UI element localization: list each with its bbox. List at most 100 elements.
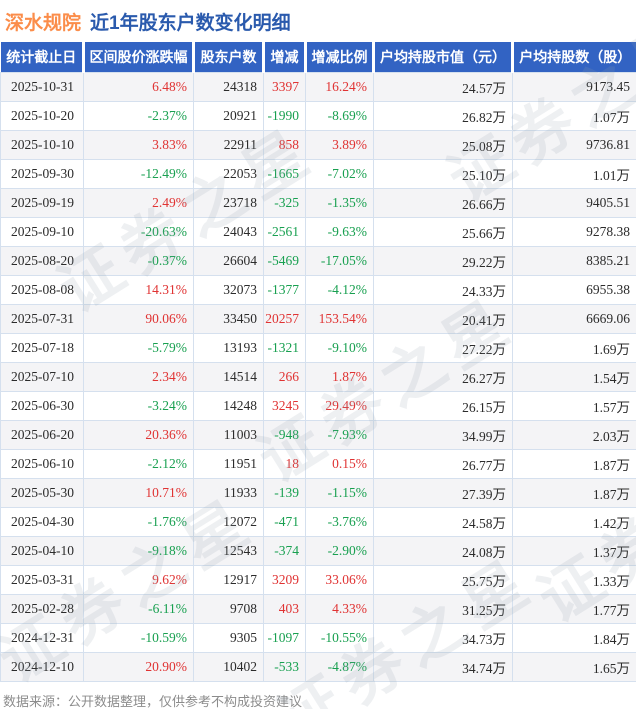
cell-avg-market-value: 27.39万 bbox=[373, 477, 513, 508]
table-row: 2025-06-20 20.36% 11003 -948 -7.93% 34.99万 2.0… bbox=[0, 419, 636, 450]
cell-avg-market-value: 24.33万 bbox=[373, 274, 513, 305]
cell-date: 2025-06-20 bbox=[0, 419, 84, 450]
cell-change-ratio: -17.05% bbox=[305, 245, 374, 276]
cell-date: 2025-06-30 bbox=[0, 390, 84, 421]
table-row: 2025-06-30 -3.24% 14248 3245 29.49% 26.15万 1.5… bbox=[0, 390, 636, 421]
cell-holder-count: 20921 bbox=[193, 100, 264, 131]
table-row: 2025-02-28 -6.11% 9708 403 4.33% 31.25万 1.77万 bbox=[0, 593, 636, 624]
cell-avg-shares: 1.33万 bbox=[512, 564, 636, 595]
cell-change-ratio: 153.54% bbox=[305, 303, 374, 334]
table-row: 2024-12-31 -10.59% 9305 -1097 -10.55% 34.73万 1… bbox=[0, 622, 636, 653]
cell-avg-shares: 6955.38 bbox=[512, 274, 636, 305]
cell-avg-shares: 1.54万 bbox=[512, 361, 636, 392]
cell-avg-shares: 1.77万 bbox=[512, 593, 636, 624]
cell-holder-count: 12072 bbox=[193, 506, 264, 537]
cell-avg-market-value: 24.57万 bbox=[373, 71, 513, 102]
cell-change: -1990 bbox=[263, 100, 306, 131]
cell-avg-shares: 1.84万 bbox=[512, 622, 636, 653]
cell-avg-shares: 1.42万 bbox=[512, 506, 636, 537]
cell-price-change: -12.49% bbox=[83, 158, 194, 189]
cell-change-ratio: 16.24% bbox=[305, 71, 374, 102]
cell-avg-shares: 6669.06 bbox=[512, 303, 636, 334]
cell-date: 2024-12-10 bbox=[0, 651, 84, 682]
cell-holder-count: 12543 bbox=[193, 535, 264, 566]
cell-change: -948 bbox=[263, 419, 306, 450]
cell-holder-count: 14514 bbox=[193, 361, 264, 392]
table-row: 2025-10-31 6.48% 24318 3397 16.24% 24.57万 9173… bbox=[0, 71, 636, 102]
cell-avg-market-value: 34.74万 bbox=[373, 651, 513, 682]
cell-holder-count: 11933 bbox=[193, 477, 264, 508]
cell-change-ratio: -1.35% bbox=[305, 187, 374, 218]
cell-date: 2025-02-28 bbox=[0, 593, 84, 624]
cell-change-ratio: 3.89% bbox=[305, 129, 374, 160]
cell-holder-count: 11003 bbox=[193, 419, 264, 450]
cell-change-ratio: 29.49% bbox=[305, 390, 374, 421]
cell-avg-market-value: 20.41万 bbox=[373, 303, 513, 334]
cell-change-ratio: -7.02% bbox=[305, 158, 374, 189]
cell-price-change: 6.48% bbox=[83, 71, 194, 102]
cell-change: -1097 bbox=[263, 622, 306, 653]
table-row: 2025-07-31 90.06% 33450 20257 153.54% 20.41万 6… bbox=[0, 303, 636, 334]
cell-change-ratio: 33.06% bbox=[305, 564, 374, 595]
cell-price-change: 20.90% bbox=[83, 651, 194, 682]
cell-holder-count: 12917 bbox=[193, 564, 264, 595]
cell-date: 2025-08-20 bbox=[0, 245, 84, 276]
cell-change: -5469 bbox=[263, 245, 306, 276]
cell-price-change: 14.31% bbox=[83, 274, 194, 305]
cell-change: -2561 bbox=[263, 216, 306, 247]
table-row: 2025-10-20 -2.37% 20921 -1990 -8.69% 26.82万 1.… bbox=[0, 100, 636, 131]
cell-avg-shares: 9405.51 bbox=[512, 187, 636, 218]
column-header-5: 户均持股市值（元） bbox=[372, 42, 513, 72]
cell-price-change: 2.34% bbox=[83, 361, 194, 392]
cell-change: -1377 bbox=[263, 274, 306, 305]
cell-change: 403 bbox=[263, 593, 306, 624]
cell-date: 2025-10-31 bbox=[0, 71, 84, 102]
cell-change: -139 bbox=[263, 477, 306, 508]
shareholder-count-detail-page: 深水规院 近1年股东户数变化明细 统计截止日 区间股价涨跌幅 股东户数 增减 增减比例户… bbox=[0, 0, 636, 709]
cell-price-change: -5.79% bbox=[83, 332, 194, 363]
cell-change-ratio: -9.10% bbox=[305, 332, 374, 363]
cell-avg-shares: 1.69万 bbox=[512, 332, 636, 363]
column-header-0: 统计截止日 bbox=[0, 42, 84, 72]
table-row: 2025-08-20 -0.37% 26604 -5469 -17.05% 29.22万 8… bbox=[0, 245, 636, 276]
cell-holder-count: 13193 bbox=[193, 332, 264, 363]
cell-price-change: -1.76% bbox=[83, 506, 194, 537]
table-row: 2025-04-30 -1.76% 12072 -471 -3.76% 24.58万 1.4… bbox=[0, 506, 636, 537]
cell-change-ratio: 4.33% bbox=[305, 593, 374, 624]
cell-date: 2024-12-31 bbox=[0, 622, 84, 653]
cell-price-change: 9.62% bbox=[83, 564, 194, 595]
cell-holder-count: 32073 bbox=[193, 274, 264, 305]
cell-avg-market-value: 25.10万 bbox=[373, 158, 513, 189]
table-row: 2025-10-10 3.83% 22911 858 3.89% 25.08万 9736.8… bbox=[0, 129, 636, 160]
cell-price-change: -0.37% bbox=[83, 245, 194, 276]
table-row: 2025-06-10 -2.12% 11951 18 0.15% 26.77万 1.87万 bbox=[0, 448, 636, 479]
cell-holder-count: 33450 bbox=[193, 303, 264, 334]
column-header-3: 增减 bbox=[262, 42, 306, 72]
cell-change: -1321 bbox=[263, 332, 306, 363]
cell-change-ratio: -4.87% bbox=[305, 651, 374, 682]
cell-avg-shares: 9173.45 bbox=[512, 71, 636, 102]
cell-avg-market-value: 34.99万 bbox=[373, 419, 513, 450]
cell-change-ratio: 0.15% bbox=[305, 448, 374, 479]
cell-avg-shares: 1.07万 bbox=[512, 100, 636, 131]
cell-date: 2025-10-20 bbox=[0, 100, 84, 131]
cell-holder-count: 9708 bbox=[193, 593, 264, 624]
title-subtitle: 近1年股东户数变化明细 bbox=[90, 12, 291, 34]
cell-price-change: 90.06% bbox=[83, 303, 194, 334]
cell-avg-market-value: 29.22万 bbox=[373, 245, 513, 276]
cell-holder-count: 14248 bbox=[193, 390, 264, 421]
table-row: 2025-08-08 14.31% 32073 -1377 -4.12% 24.33万 69… bbox=[0, 274, 636, 305]
cell-avg-shares: 8385.21 bbox=[512, 245, 636, 276]
cell-date: 2025-07-18 bbox=[0, 332, 84, 363]
cell-avg-market-value: 25.75万 bbox=[373, 564, 513, 595]
table-row: 2025-03-31 9.62% 12917 3209 33.06% 25.75万 1.33… bbox=[0, 564, 636, 595]
column-header-4: 增减比例 bbox=[304, 42, 374, 72]
cell-avg-shares: 1.37万 bbox=[512, 535, 636, 566]
cell-holder-count: 22053 bbox=[193, 158, 264, 189]
cell-change-ratio: -1.15% bbox=[305, 477, 374, 508]
cell-avg-market-value: 25.08万 bbox=[373, 129, 513, 160]
cell-avg-market-value: 26.77万 bbox=[373, 448, 513, 479]
cell-price-change: -20.63% bbox=[83, 216, 194, 247]
table-body: 2025-10-31 6.48% 24318 3397 16.24% 24.57万 9173… bbox=[0, 71, 636, 682]
column-header-2: 股东户数 bbox=[192, 42, 264, 72]
